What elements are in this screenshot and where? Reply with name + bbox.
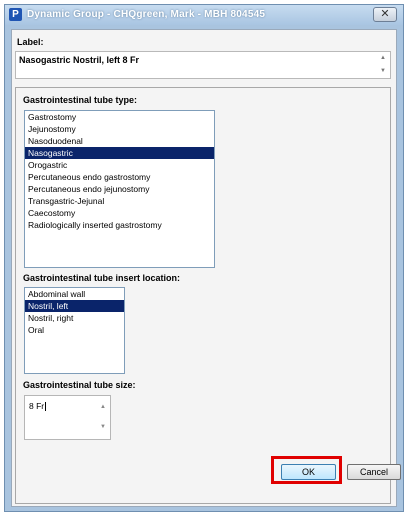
dialog-content: Label: Nasogastric Nostril, left 8 Fr ▲ …	[11, 29, 397, 507]
list-item[interactable]: Radiologically inserted gastrostomy	[25, 219, 214, 231]
scroll-down-icon[interactable]: ▼	[97, 417, 109, 437]
list-item[interactable]: Nasogastric	[25, 147, 214, 159]
scroll-up-icon[interactable]: ▲	[376, 52, 390, 65]
list-item[interactable]: Transgastric-Jejunal	[25, 195, 214, 207]
scroll-up-icon[interactable]: ▲	[97, 397, 109, 417]
list-item[interactable]: Percutaneous endo jejunostomy	[25, 183, 214, 195]
list-item[interactable]: Orogastric	[25, 159, 214, 171]
text-caret	[45, 402, 47, 412]
label-field-label: Label:	[17, 37, 44, 47]
ok-button[interactable]: OK	[281, 464, 336, 480]
details-section: Gastrointestinal tube type: Gastrostomy J…	[15, 87, 391, 504]
size-scrollbar[interactable]: ▲ ▼	[97, 397, 109, 438]
list-item[interactable]: Jejunostomy	[25, 123, 214, 135]
app-icon: P	[9, 8, 22, 21]
list-item[interactable]: Nasoduodenal	[25, 135, 214, 147]
close-button[interactable]: ✕	[373, 7, 397, 22]
window-title: Dynamic Group - CHQgreen, Mark - MBH 804…	[27, 9, 266, 20]
dialog-window: P Dynamic Group - CHQgreen, Mark - MBH 8…	[4, 4, 404, 512]
insert-location-listbox[interactable]: Abdominal wall Nostril, left Nostril, righ…	[24, 287, 125, 374]
list-item[interactable]: Nostril, right	[25, 312, 124, 324]
list-item[interactable]: Abdominal wall	[25, 288, 124, 300]
list-item[interactable]: Oral	[25, 324, 124, 336]
list-item[interactable]: Percutaneous endo gastrostomy	[25, 171, 214, 183]
list-item[interactable]: Nostril, left	[25, 300, 124, 312]
label-value: Nasogastric Nostril, left 8 Fr	[19, 55, 140, 65]
tube-type-listbox[interactable]: Gastrostomy Jejunostomy Nasoduodenal Nasoga…	[24, 110, 215, 268]
insert-location-label: Gastrointestinal tube insert location:	[23, 273, 181, 283]
tube-type-label: Gastrointestinal tube type:	[23, 95, 138, 105]
tube-size-label: Gastrointestinal tube size:	[23, 380, 136, 390]
tube-size-value: 8 Fr	[29, 401, 45, 411]
scroll-down-icon[interactable]: ▼	[376, 65, 390, 78]
title-bar[interactable]: P Dynamic Group - CHQgreen, Mark - MBH 8…	[5, 5, 403, 25]
cancel-button[interactable]: Cancel	[347, 464, 401, 480]
tube-size-input[interactable]: 8 Fr ▲ ▼	[24, 395, 111, 440]
list-item[interactable]: Gastrostomy	[25, 111, 214, 123]
tube-size-value-wrap: 8 Fr	[29, 401, 47, 412]
list-item[interactable]: Caecostomy	[25, 207, 214, 219]
label-scrollbar[interactable]: ▲ ▼	[376, 52, 390, 78]
label-textarea[interactable]: Nasogastric Nostril, left 8 Fr ▲ ▼	[15, 51, 391, 79]
